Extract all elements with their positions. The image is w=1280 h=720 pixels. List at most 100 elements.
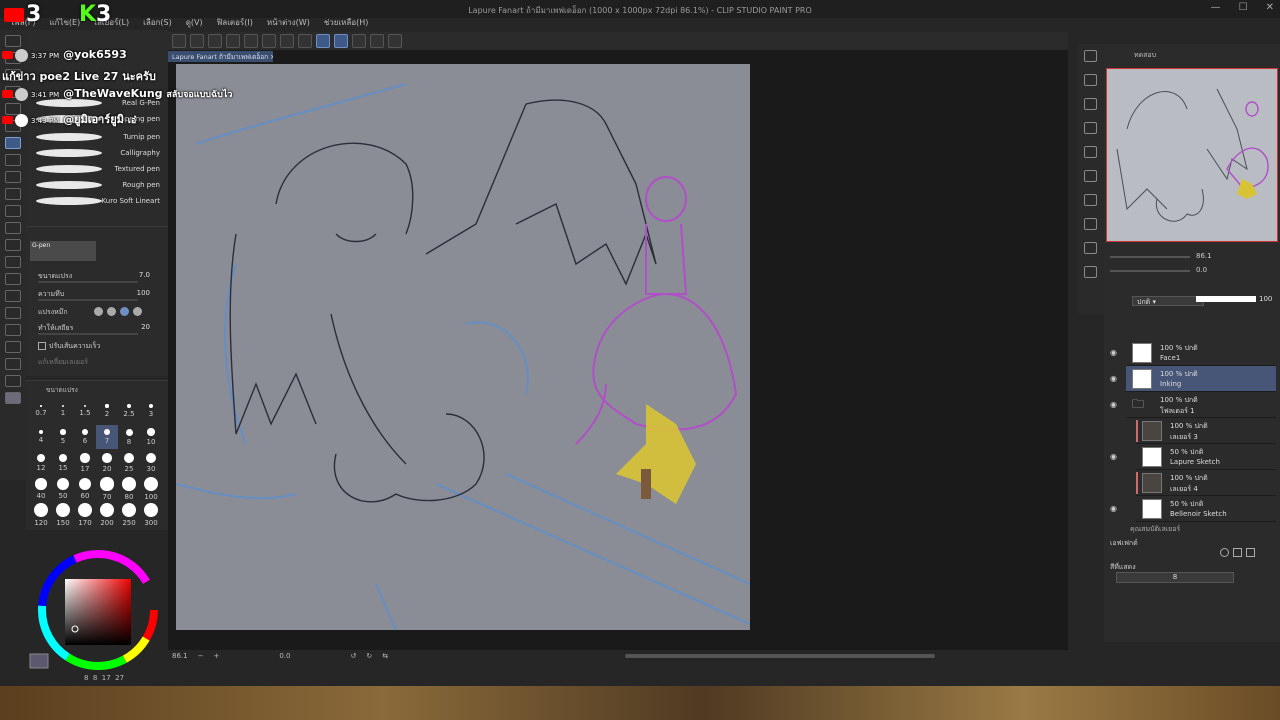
- menu-window[interactable]: หน้าต่าง(W): [267, 16, 310, 30]
- size-cell[interactable]: 40: [30, 477, 52, 501]
- pen-tool-icon[interactable]: [5, 137, 21, 149]
- size-cell[interactable]: 20: [96, 451, 118, 475]
- brush-size-value[interactable]: 7.0: [139, 271, 150, 279]
- layer-opacity-value[interactable]: 100: [1259, 295, 1272, 303]
- crop-button[interactable]: [298, 34, 312, 48]
- size-cell[interactable]: 6: [74, 425, 96, 449]
- layer-visibility-icon[interactable]: ◉: [1110, 400, 1117, 409]
- blend-mode-select[interactable]: ปกติ ▾: [1132, 296, 1204, 306]
- layer-visibility-icon[interactable]: ◉: [1110, 452, 1117, 461]
- layer-visibility-icon[interactable]: ◉: [1110, 348, 1117, 357]
- menu-filter[interactable]: ฟิลเตอร์(I): [217, 16, 253, 30]
- color-icon[interactable]: [1084, 242, 1097, 254]
- size-cell[interactable]: 60: [74, 477, 96, 501]
- correct-line-tool-icon[interactable]: [5, 375, 21, 387]
- drawing-canvas[interactable]: [176, 64, 750, 630]
- close-panel-icon[interactable]: [1084, 122, 1097, 134]
- close-icon[interactable]: ✕: [1266, 2, 1274, 13]
- snap-ruler-button[interactable]: [316, 34, 330, 48]
- size-cell[interactable]: 170: [74, 503, 96, 527]
- stabilization-row[interactable]: ทำให้เสถียร 20: [38, 323, 164, 335]
- stabilization-slider[interactable]: [38, 333, 138, 335]
- rotate-right-icon[interactable]: ↻: [366, 652, 372, 660]
- layer-row[interactable]: 100 % ปกติ เลเยอร์ 3: [1136, 418, 1276, 444]
- speed-row[interactable]: ปรับเส้นความเร็ว: [38, 341, 164, 353]
- redo-button[interactable]: [244, 34, 258, 48]
- color-swatch-icon[interactable]: [5, 392, 21, 404]
- size-cell[interactable]: 2.5: [118, 399, 140, 423]
- clear-button[interactable]: [262, 34, 276, 48]
- size-cell[interactable]: 1.5: [74, 399, 96, 423]
- aa-none-icon[interactable]: [94, 307, 103, 316]
- frame-tool-icon[interactable]: [5, 307, 21, 319]
- material-icon[interactable]: [1084, 74, 1097, 86]
- zoom-in-icon[interactable]: +: [213, 652, 219, 660]
- zoom-readout[interactable]: 86.1: [172, 652, 188, 660]
- navigator-zoom-slider[interactable]: [1110, 256, 1190, 258]
- size-cell[interactable]: 120: [30, 503, 52, 527]
- speed-checkbox[interactable]: [38, 342, 46, 350]
- size-cell[interactable]: 150: [52, 503, 74, 527]
- horizontal-scrollbar[interactable]: [625, 654, 935, 658]
- rotation-readout[interactable]: 0.0: [279, 652, 290, 660]
- size-cell[interactable]: 8: [118, 425, 140, 449]
- navigator-preview[interactable]: [1106, 68, 1278, 242]
- zoom-tool-icon[interactable]: [5, 35, 21, 47]
- layer-row[interactable]: 100 % ปกติ Inking: [1126, 366, 1276, 392]
- size-cell[interactable]: 200: [96, 503, 118, 527]
- anti-alias-options[interactable]: [94, 307, 142, 316]
- size-cell[interactable]: 70: [96, 477, 118, 501]
- layer-row[interactable]: 🗀 100 % ปกติ โฟลเดอร์ 1: [1126, 392, 1276, 418]
- gradient-tool-icon[interactable]: [5, 273, 21, 285]
- flip-icon[interactable]: ⇆: [382, 652, 388, 660]
- navigator-rotate-slider[interactable]: [1110, 270, 1190, 272]
- brush-size-slider[interactable]: [38, 281, 138, 283]
- navigator-angle[interactable]: 0.0: [1196, 266, 1207, 274]
- stabilization-value[interactable]: 20: [141, 323, 150, 331]
- search-icon[interactable]: [1084, 50, 1097, 62]
- aa-strong-icon[interactable]: [133, 307, 142, 316]
- new-file-button[interactable]: [172, 34, 186, 48]
- size-cell[interactable]: 25: [118, 451, 140, 475]
- layer-color-icon[interactable]: [1246, 548, 1255, 557]
- menu-view[interactable]: ดู(V): [186, 16, 203, 30]
- ruler-tool-icon[interactable]: [5, 324, 21, 336]
- transform-button[interactable]: [280, 34, 294, 48]
- opacity-row[interactable]: ความทึบ 100: [38, 289, 164, 301]
- layer-settings-button[interactable]: [370, 34, 384, 48]
- size-cell[interactable]: 100: [140, 477, 162, 501]
- size-cell[interactable]: 2: [96, 399, 118, 423]
- color-wheel[interactable]: [26, 532, 168, 682]
- menu-select[interactable]: เลือก(S): [143, 16, 172, 30]
- layer-row[interactable]: 50 % ปกติ Lapure Sketch: [1136, 444, 1276, 470]
- help-button[interactable]: [388, 34, 402, 48]
- size-cell[interactable]: 3: [140, 399, 162, 423]
- size-cell[interactable]: 5: [52, 425, 74, 449]
- size-cell[interactable]: 0.7: [30, 399, 52, 423]
- border-effect-icon[interactable]: [1220, 548, 1229, 557]
- menu-help[interactable]: ช่วยเหลือ(H): [324, 16, 369, 30]
- anti-alias-row[interactable]: แปรงหมึก: [38, 307, 164, 319]
- tone-effect-icon[interactable]: [1233, 548, 1242, 557]
- airbrush-tool-icon[interactable]: [5, 188, 21, 200]
- size-cell[interactable]: 12: [30, 451, 52, 475]
- fill-tool-icon[interactable]: [5, 256, 21, 268]
- size-cell[interactable]: 50: [52, 477, 74, 501]
- document-tab[interactable]: Lapure Fanart ถ้ามีมาเพฟเดอ็อก ✕: [168, 51, 273, 62]
- opacity-value[interactable]: 100: [137, 289, 150, 297]
- navigator-icon[interactable]: [1084, 98, 1097, 110]
- layer-visibility-icon[interactable]: ◉: [1110, 374, 1117, 383]
- layer-property-icon[interactable]: [1084, 146, 1097, 158]
- layer-row[interactable]: 100 % ปกติ เลเยอร์ 4: [1136, 470, 1276, 496]
- size-cell[interactable]: 10: [140, 425, 162, 449]
- pencil-tool-icon[interactable]: [5, 154, 21, 166]
- rotate-left-icon[interactable]: ↺: [350, 652, 356, 660]
- layer-visibility-icon[interactable]: ◉: [1110, 504, 1117, 513]
- aa-medium-icon[interactable]: [120, 307, 129, 316]
- zoom-out-icon[interactable]: −: [198, 652, 204, 660]
- size-cell[interactable]: 15: [52, 451, 74, 475]
- aa-weak-icon[interactable]: [107, 307, 116, 316]
- layer-row[interactable]: 50 % ปกติ Bellenoir Sketch: [1136, 496, 1276, 522]
- brush-item[interactable]: Turnip pen: [30, 130, 164, 145]
- text-tool-icon[interactable]: [5, 341, 21, 353]
